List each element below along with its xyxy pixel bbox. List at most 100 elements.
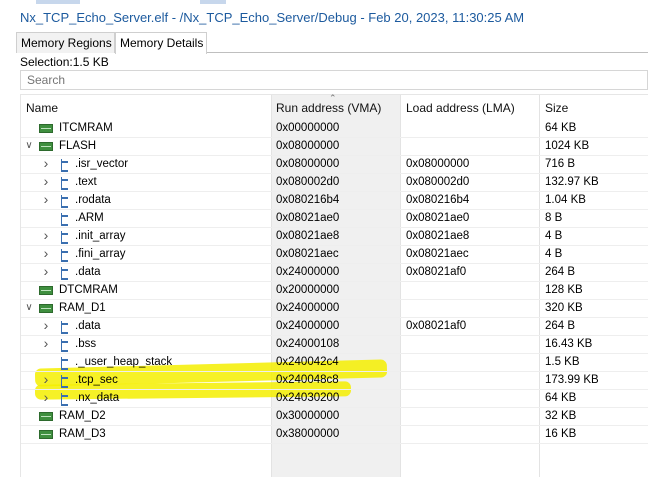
chevron-right-icon[interactable]: › [41, 317, 51, 333]
section-icon [59, 231, 70, 244]
table-row[interactable]: ._user_heap_stack 0x240042c4 1.5 KB [21, 354, 648, 372]
cell-vma: 0x08021aec [276, 248, 339, 260]
column-header-name[interactable]: Name [26, 101, 58, 115]
cell-lma: 0x08021af0 [406, 266, 467, 278]
cell-name: .data [75, 266, 101, 278]
table-row[interactable]: › .text 0x080002d0 0x080002d0 132.97 KB [21, 173, 648, 192]
cell-name: .init_array [75, 230, 126, 242]
section-icon [59, 213, 70, 226]
section-icon [59, 375, 70, 388]
cell-lma: 0x08000000 [406, 158, 470, 170]
cell-name: .fini_array [75, 248, 126, 260]
column-header-size[interactable]: Size [545, 101, 568, 115]
cell-name: FLASH [59, 140, 97, 152]
chevron-right-icon[interactable]: › [41, 227, 51, 243]
memory-region-icon [39, 124, 53, 133]
section-icon [59, 321, 70, 334]
cell-name: .ARM [75, 212, 104, 224]
cell-size: 16 KB [545, 428, 577, 440]
cell-name: ITCMRAM [59, 122, 113, 134]
cell-size: 264 B [545, 320, 576, 332]
title-decoration-mark [36, 0, 80, 4]
cell-vma: 0x00000000 [276, 122, 340, 134]
cell-size: 32 KB [545, 410, 577, 422]
cell-size: 264 B [545, 266, 576, 278]
table-row[interactable]: .ARM 0x08021ae0 0x08021ae0 8 B [21, 210, 648, 228]
cell-size: 64 KB [545, 392, 577, 404]
column-header-lma[interactable]: Load address (LMA) [406, 101, 515, 115]
cell-name: RAM_D3 [59, 428, 106, 440]
cell-vma: 0x24000000 [276, 302, 340, 314]
table-row[interactable]: ∨ FLASH 0x08000000 1024 KB [21, 138, 648, 156]
cell-size: 8 B [545, 212, 563, 224]
cell-vma: 0x30000000 [276, 410, 340, 422]
table-body: ITCMRAM 0x00000000 64 KB ∨ FLASH 0x08000000 10… [21, 120, 648, 444]
chevron-right-icon[interactable]: › [41, 245, 51, 261]
selection-size-label: Selection:1.5 KB [20, 55, 109, 69]
section-icon [59, 177, 70, 190]
cell-vma: 0x24030200 [276, 392, 340, 404]
table-row[interactable]: ITCMRAM 0x00000000 64 KB [21, 120, 648, 138]
cell-name: ._user_heap_stack [75, 356, 173, 368]
cell-name: .data [75, 320, 101, 332]
table-row[interactable]: › .isr_vector 0x08000000 0x08000000 716 B [21, 155, 648, 174]
table-row[interactable]: › .tcp_sec 0x240048c8 173.99 KB [21, 371, 648, 390]
table-row[interactable]: › .data 0x24000000 0x08021af0 264 B [21, 263, 648, 282]
chevron-right-icon[interactable]: › [41, 335, 51, 351]
column-header-vma[interactable]: Run address (VMA) [276, 101, 381, 115]
chevron-right-icon[interactable]: › [41, 155, 51, 171]
cell-size: 1.04 KB [545, 194, 586, 206]
cell-lma: 0x08021ae0 [406, 212, 470, 224]
section-icon [59, 249, 70, 262]
title-decoration-mark [200, 0, 226, 4]
table-row[interactable]: › .data 0x24000000 0x08021af0 264 B [21, 317, 648, 336]
chevron-right-icon[interactable]: › [41, 173, 51, 189]
tab-memory-regions[interactable]: Memory Regions [16, 32, 115, 53]
search-input[interactable] [20, 70, 648, 90]
chevron-right-icon[interactable]: › [41, 389, 51, 405]
section-icon [59, 357, 70, 370]
cell-size: 1.5 KB [545, 356, 580, 368]
table-row[interactable]: RAM_D2 0x30000000 32 KB [21, 408, 648, 426]
chevron-right-icon[interactable]: › [41, 191, 51, 207]
cell-size: 4 B [545, 230, 563, 242]
table-row[interactable]: › .fini_array 0x08021aec 0x08021aec 4 B [21, 245, 648, 264]
cell-vma: 0x08000000 [276, 140, 340, 152]
table-row[interactable]: › .bss 0x24000108 16.43 KB [21, 335, 648, 354]
chevron-down-icon[interactable]: ∨ [24, 140, 34, 151]
cell-size: 16.43 KB [545, 338, 593, 350]
editor-title: Nx_TCP_Echo_Server.elf - /Nx_TCP_Echo_Se… [20, 10, 525, 25]
tab-bar: Memory Regions Memory Details [16, 32, 648, 54]
section-icon [59, 159, 70, 172]
tab-memory-details[interactable]: Memory Details [115, 32, 207, 54]
memory-region-icon [39, 430, 53, 439]
table-row[interactable]: › .init_array 0x08021ae8 0x08021ae8 4 B [21, 227, 648, 246]
title-decoration [0, 0, 648, 4]
cell-name: RAM_D1 [59, 302, 106, 314]
section-icon [59, 195, 70, 208]
cell-vma: 0x240048c8 [276, 374, 339, 386]
chevron-down-icon[interactable]: ∨ [24, 302, 34, 313]
table-row[interactable]: ∨ RAM_D1 0x24000000 320 KB [21, 300, 648, 318]
editor-title-bar: Nx_TCP_Echo_Server.elf - /Nx_TCP_Echo_Se… [0, 0, 648, 32]
chevron-right-icon[interactable]: › [41, 263, 51, 279]
cell-name: .rodata [75, 194, 111, 206]
memory-region-icon [39, 142, 53, 151]
cell-lma: 0x080216b4 [406, 194, 470, 206]
cell-vma: 0x24000000 [276, 320, 340, 332]
table-row[interactable]: DTCMRAM 0x20000000 128 KB [21, 282, 648, 300]
memory-details-table: Name ⌃ Run address (VMA) Load address (L… [20, 93, 648, 477]
cell-name: .text [75, 176, 97, 188]
cell-vma: 0x080216b4 [276, 194, 340, 206]
table-row[interactable]: › .rodata 0x080216b4 0x080216b4 1.04 KB [21, 191, 648, 210]
cell-lma: 0x080002d0 [406, 176, 470, 188]
chevron-right-icon[interactable]: › [41, 371, 51, 387]
cell-size: 64 KB [545, 122, 577, 134]
cell-vma: 0x08000000 [276, 158, 340, 170]
cell-vma: 0x240042c4 [276, 356, 339, 368]
cell-size: 128 KB [545, 284, 583, 296]
table-row[interactable]: RAM_D3 0x38000000 16 KB [21, 426, 648, 444]
cell-vma: 0x080002d0 [276, 176, 340, 188]
memory-region-icon [39, 304, 53, 313]
table-row[interactable]: › .nx_data 0x24030200 64 KB [21, 389, 648, 408]
